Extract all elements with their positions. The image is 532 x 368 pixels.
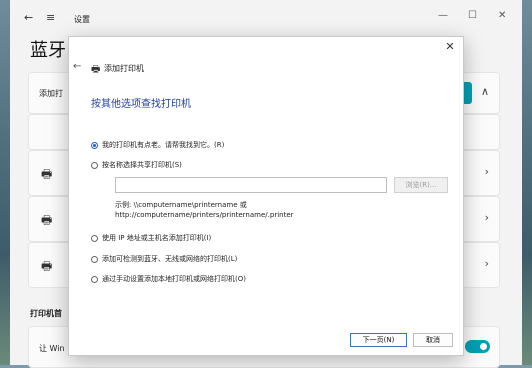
radio-button-checked[interactable] (91, 141, 98, 149)
option-label: 使用 IP 地址或主机名添加打印机(I) (102, 234, 212, 242)
next-button[interactable]: 下一页(N) (350, 333, 407, 347)
option-shared-printer[interactable]: 按名称选择共享打印机(S) (91, 160, 182, 170)
example-line-2: http://computername/printers/printername… (115, 211, 294, 219)
printer-icon: 🖶 (41, 259, 53, 273)
add-printer-dialog: ✕ ← 🖶 添加打印机 按其他选项查找打印机 我的打印机有点老。请帮我找到它。(… (68, 36, 464, 356)
desktop-wallpaper-left (0, 0, 10, 365)
chevron-right-icon[interactable]: › (485, 165, 489, 178)
chevron-right-icon[interactable]: › (485, 211, 489, 224)
radio-button[interactable] (91, 234, 98, 242)
option-label: 添加可检测到蓝牙、无线或网络的打印机(L) (102, 255, 238, 263)
option-label: 按名称选择共享打印机(S) (102, 161, 182, 169)
windows-manage-label: 让 Win (39, 344, 65, 353)
option-old-printer[interactable]: 我的打印机有点老。请帮我找到它。(R) (91, 140, 224, 150)
radio-button[interactable] (91, 161, 98, 169)
settings-titlebar: ← ≡ 设置 — ☐ ✕ (10, 0, 522, 34)
hamburger-menu-icon[interactable]: ≡ (46, 11, 55, 24)
printer-icon: 🖶 (41, 167, 53, 181)
windows-manage-toggle[interactable] (465, 340, 490, 353)
printer-icon: 🖶 (41, 213, 53, 227)
printer-icon: 🖶 (91, 64, 101, 75)
chevron-right-icon[interactable]: › (485, 257, 489, 270)
maximize-icon[interactable]: ☐ (468, 10, 477, 21)
dialog-title: 添加打印机 (104, 64, 144, 73)
browse-button[interactable]: 浏览(R)... (394, 177, 448, 193)
printer-preferences-title: 打印机首 (30, 309, 62, 318)
option-label: 通过手动设置添加本地打印机或网络打印机(O) (102, 275, 246, 283)
close-window-icon[interactable]: ✕ (498, 10, 506, 21)
minimize-icon[interactable]: — (438, 10, 448, 21)
option-manual-local[interactable]: 通过手动设置添加本地打印机或网络打印机(O) (91, 274, 246, 284)
radio-button[interactable] (91, 275, 98, 283)
desktop-wallpaper-right (522, 0, 532, 365)
add-device-label: 添加打 (39, 89, 63, 98)
app-title: 设置 (74, 15, 90, 24)
example-text: 示例: \\computername\printername 或 http://… (115, 200, 294, 220)
back-arrow-icon[interactable]: ← (24, 11, 33, 24)
cancel-button[interactable]: 取消 (413, 333, 453, 347)
option-ip-address[interactable]: 使用 IP 地址或主机名添加打印机(I) (91, 233, 211, 243)
option-bluetooth-wireless[interactable]: 添加可检测到蓝牙、无线或网络的打印机(L) (91, 254, 237, 264)
shared-printer-name-input[interactable] (115, 177, 387, 193)
chevron-up-icon[interactable]: ∧ (481, 85, 489, 98)
instruction-heading: 按其他选项查找打印机 (91, 99, 191, 110)
option-label: 我的打印机有点老。请帮我找到它。(R) (102, 141, 225, 149)
page-heading: 蓝牙 (30, 40, 66, 61)
example-line-1: 示例: \\computername\printername 或 (115, 201, 247, 209)
radio-button[interactable] (91, 255, 98, 263)
back-arrow-icon[interactable]: ← (73, 61, 81, 72)
close-dialog-icon[interactable]: ✕ (443, 40, 457, 53)
